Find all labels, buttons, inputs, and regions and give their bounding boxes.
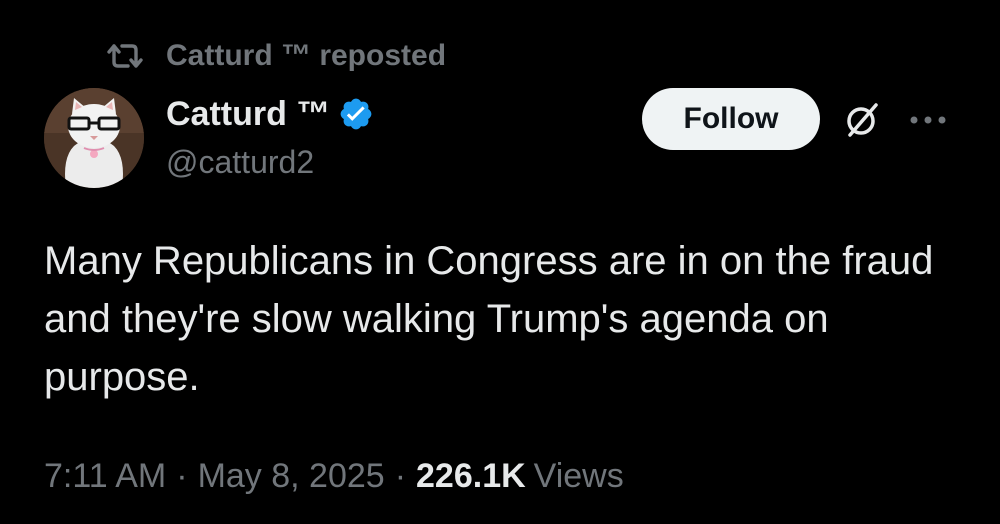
tweet-date[interactable]: May 8, 2025: [198, 457, 385, 496]
repost-icon: [104, 40, 146, 72]
repost-label: Catturd ™ reposted: [166, 39, 447, 72]
follow-button[interactable]: Follow: [642, 88, 820, 150]
verified-badge-icon[interactable]: [338, 96, 374, 132]
avatar[interactable]: [44, 88, 144, 188]
author-display-name[interactable]: Catturd ™: [166, 95, 330, 134]
meta-separator: ·: [176, 456, 188, 495]
tweet-text: Many Republicans in Congress are in on t…: [44, 239, 934, 399]
meta-separator: ·: [394, 456, 407, 495]
views-label: Views: [533, 456, 624, 495]
grok-icon[interactable]: [840, 98, 884, 142]
tweet-time[interactable]: 7:11 AM: [44, 457, 166, 496]
author-name-row[interactable]: Catturd ™: [166, 92, 374, 136]
cat-with-glasses-avatar: [44, 88, 144, 188]
repost-indicator[interactable]: Catturd ™ reposted: [104, 36, 446, 76]
views-count: 226.1K: [416, 456, 526, 495]
more-options-icon[interactable]: [906, 104, 950, 136]
tweet-meta: 7:11 AM · May 8, 2025 · 226.1K Views: [44, 452, 624, 500]
author-handle[interactable]: @catturd2: [166, 144, 314, 181]
